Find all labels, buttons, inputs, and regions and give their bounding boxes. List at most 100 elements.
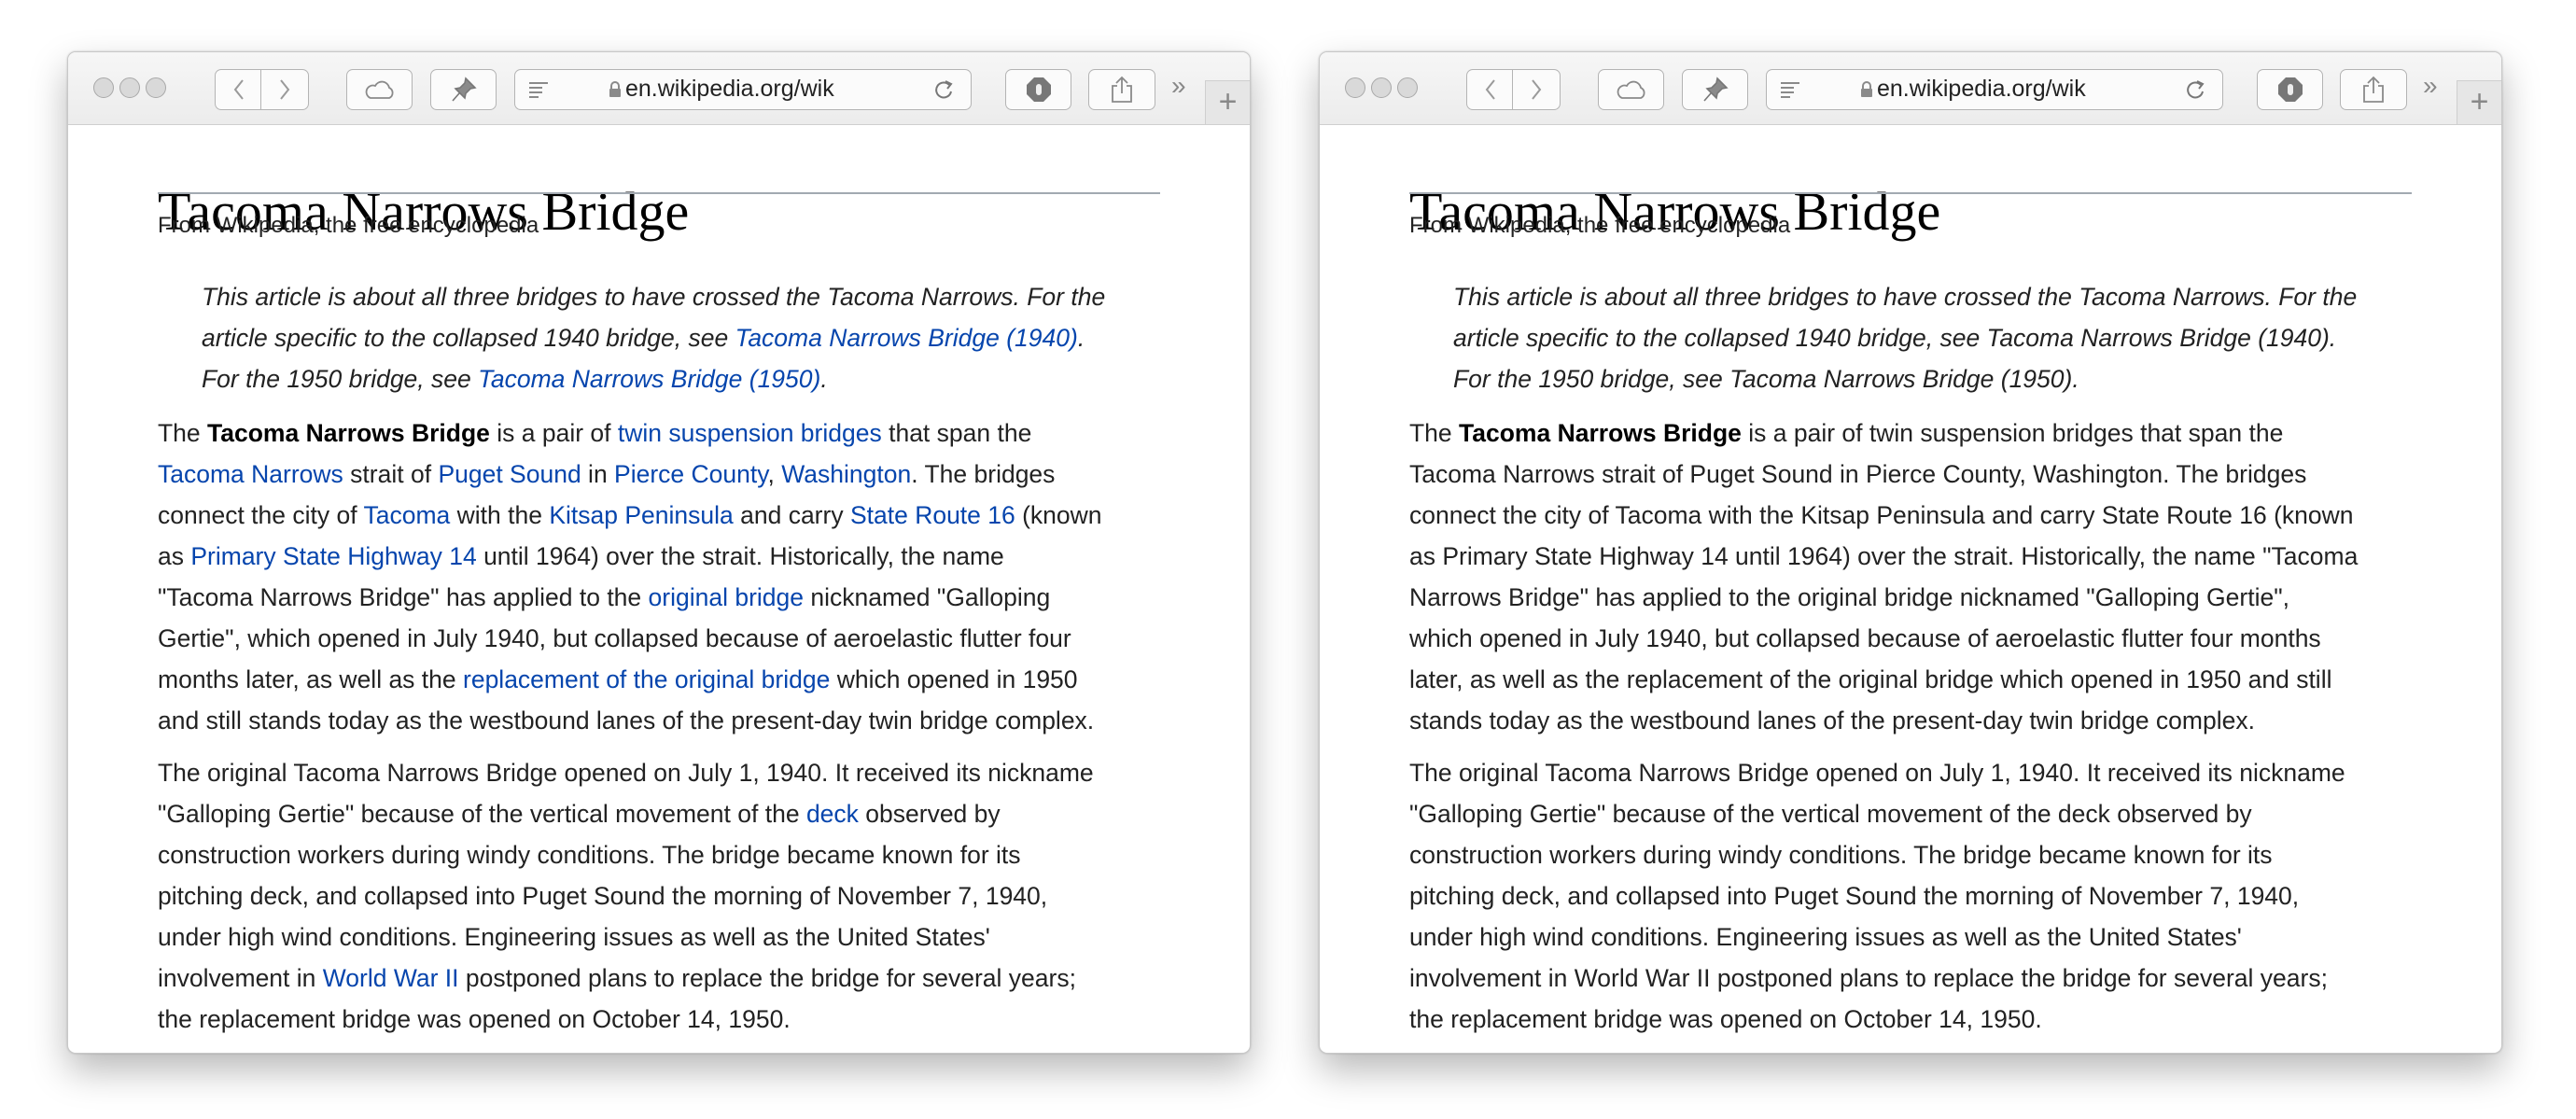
- share-icon: [2363, 76, 2384, 103]
- more-toolbar-items-chevron-icon[interactable]: »: [2423, 71, 2438, 101]
- minimize-window-button[interactable]: [1371, 77, 1392, 98]
- text-run: article specific to the collapsed 1940 b…: [202, 324, 735, 352]
- text-run: involvement in World War II postponed pl…: [1409, 964, 2328, 992]
- share-icon: [1112, 76, 1132, 103]
- text-line: involvement in World War II postponed pl…: [1409, 958, 2345, 999]
- text-line: later, as well as the replacement of the…: [1409, 659, 2358, 700]
- text-run: postponed plans to replace the bridge fo…: [458, 964, 1076, 992]
- page-subtitle: From Wikipedia, the free encyclopedia: [1409, 213, 1791, 238]
- browser-window-with-links: en.wikipedia.org/wik » + Tacoma Narrows …: [67, 51, 1251, 1054]
- reload-icon[interactable]: [933, 78, 954, 101]
- article-link[interactable]: twin suspension bridges: [618, 419, 882, 447]
- url-text[interactable]: en.wikipedia.org/wik: [1877, 70, 2120, 108]
- text-line: Tacoma Narrows strait of Puget Sound in …: [1409, 454, 2358, 495]
- article-link[interactable]: Tacoma Narrows Bridge (1950): [478, 365, 820, 393]
- close-window-button[interactable]: [93, 77, 114, 98]
- lock-icon: [609, 81, 621, 97]
- new-tab-button[interactable]: +: [2457, 80, 2501, 124]
- article-link[interactable]: replacement of the original bridge: [463, 665, 830, 693]
- hatnote: This article is about all three bridges …: [202, 276, 1105, 399]
- zoom-window-button[interactable]: [146, 77, 166, 98]
- text-line: article specific to the collapsed 1940 b…: [1453, 317, 2357, 358]
- share-button[interactable]: [2340, 69, 2407, 110]
- chevron-left-icon: [1485, 79, 1495, 100]
- article-link[interactable]: original bridge: [649, 583, 804, 611]
- text-line: pitching deck, and collapsed into Puget …: [158, 875, 1094, 916]
- text-run: construction workers during windy condit…: [1409, 841, 2273, 869]
- icloud-tabs-button[interactable]: [1598, 69, 1664, 110]
- text-line: pitching deck, and collapsed into Puget …: [1409, 875, 2345, 916]
- browser-toolbar: en.wikipedia.org/wik » +: [68, 52, 1250, 125]
- text-run: which opened in July 1940, but collapsed…: [1409, 624, 2321, 652]
- text-line: Narrows Bridge" has applied to the origi…: [1409, 577, 2358, 618]
- text-run: strait of: [343, 460, 439, 488]
- text-run: until 1964) over the strait. Historicall…: [476, 542, 1004, 570]
- zoom-window-button[interactable]: [1397, 77, 1418, 98]
- text-run: and carry: [733, 501, 850, 529]
- text-line: which opened in July 1940, but collapsed…: [1409, 618, 2358, 659]
- bold-term: Tacoma Narrows Bridge: [207, 419, 490, 447]
- article-link[interactable]: Primary State Highway 14: [190, 542, 476, 570]
- back-button[interactable]: [215, 69, 262, 110]
- article-link[interactable]: Tacoma Narrows Bridge (1940): [735, 324, 1078, 352]
- article-link[interactable]: Kitsap Peninsula: [549, 501, 733, 529]
- article-link[interactable]: Pierce County: [614, 460, 767, 488]
- text-run: under high wind conditions. Engineering …: [158, 923, 990, 951]
- paragraph-2: The original Tacoma Narrows Bridge opene…: [1409, 752, 2345, 1040]
- more-toolbar-items-chevron-icon[interactable]: »: [1171, 71, 1186, 101]
- text-run: For the 1950 bridge, see: [202, 365, 479, 393]
- article-link[interactable]: deck: [806, 800, 859, 828]
- text-run: the replacement bridge was opened on Oct…: [1409, 1005, 2042, 1033]
- text-run: is a pair of: [489, 419, 618, 447]
- text-line: This article is about all three bridges …: [1453, 276, 2357, 317]
- article-link[interactable]: Puget Sound: [438, 460, 581, 488]
- content-blocker-button[interactable]: [1005, 69, 1071, 110]
- browser-window-without-links: en.wikipedia.org/wik » + Tacoma Narrows …: [1319, 51, 2502, 1054]
- text-run: is a pair of twin suspension bridges tha…: [1741, 419, 2284, 447]
- minimize-window-button[interactable]: [119, 77, 140, 98]
- forward-button[interactable]: [1512, 69, 1561, 110]
- reload-icon[interactable]: [2185, 78, 2205, 101]
- text-run: The original Tacoma Narrows Bridge opene…: [1409, 759, 2345, 787]
- text-run: . The bridges: [911, 460, 1056, 488]
- share-button[interactable]: [1088, 69, 1155, 110]
- text-run: The: [1409, 419, 1460, 447]
- article-link[interactable]: Tacoma: [363, 501, 450, 529]
- content-blocker-button[interactable]: [2257, 69, 2323, 110]
- text-line: the replacement bridge was opened on Oct…: [158, 999, 1094, 1040]
- lock-icon: [1861, 81, 1872, 97]
- close-window-button[interactable]: [1345, 77, 1365, 98]
- text-run: "Galloping Gertie" because of the vertic…: [1409, 800, 2252, 828]
- text-run: under high wind conditions. Engineering …: [1409, 923, 2242, 951]
- text-line: For the 1950 bridge, see Tacoma Narrows …: [202, 358, 1105, 399]
- text-line: as Primary State Highway 14 until 1964) …: [158, 536, 1102, 577]
- forward-button[interactable]: [260, 69, 309, 110]
- text-line: The Tacoma Narrows Bridge is a pair of t…: [158, 413, 1102, 454]
- pin-button[interactable]: [430, 69, 497, 110]
- pin-button[interactable]: [1682, 69, 1748, 110]
- text-run: .: [820, 365, 828, 393]
- text-run: .: [1077, 324, 1085, 352]
- article-link[interactable]: Tacoma Narrows: [158, 460, 343, 488]
- text-line: "Tacoma Narrows Bridge" has applied to t…: [158, 577, 1102, 618]
- article-link[interactable]: State Route 16: [850, 501, 1015, 529]
- url-text[interactable]: en.wikipedia.org/wik: [625, 70, 868, 108]
- text-line: Tacoma Narrows strait of Puget Sound in …: [158, 454, 1102, 495]
- text-line: Gertie", which opened in July 1940, but …: [158, 618, 1102, 659]
- pushpin-icon: [451, 77, 477, 102]
- text-line: This article is about all three bridges …: [202, 276, 1105, 317]
- text-run: pitching deck, and collapsed into Puget …: [158, 882, 1048, 910]
- reader-view-icon: [1781, 82, 1799, 98]
- article-link[interactable]: Washington: [781, 460, 911, 488]
- icloud-tabs-button[interactable]: [346, 69, 413, 110]
- address-bar[interactable]: en.wikipedia.org/wik: [514, 69, 972, 110]
- text-line: the replacement bridge was opened on Oct…: [1409, 999, 2345, 1040]
- text-line: "Galloping Gertie" because of the vertic…: [158, 793, 1094, 834]
- text-line: connect the city of Tacoma with the Kits…: [158, 495, 1102, 536]
- address-bar[interactable]: en.wikipedia.org/wik: [1766, 69, 2223, 110]
- back-button[interactable]: [1466, 69, 1514, 110]
- article-link[interactable]: World War II: [323, 964, 459, 992]
- text-run: Tacoma Narrows strait of Puget Sound in …: [1409, 460, 2307, 488]
- title-divider: [158, 192, 1160, 194]
- new-tab-button[interactable]: +: [1205, 80, 1250, 124]
